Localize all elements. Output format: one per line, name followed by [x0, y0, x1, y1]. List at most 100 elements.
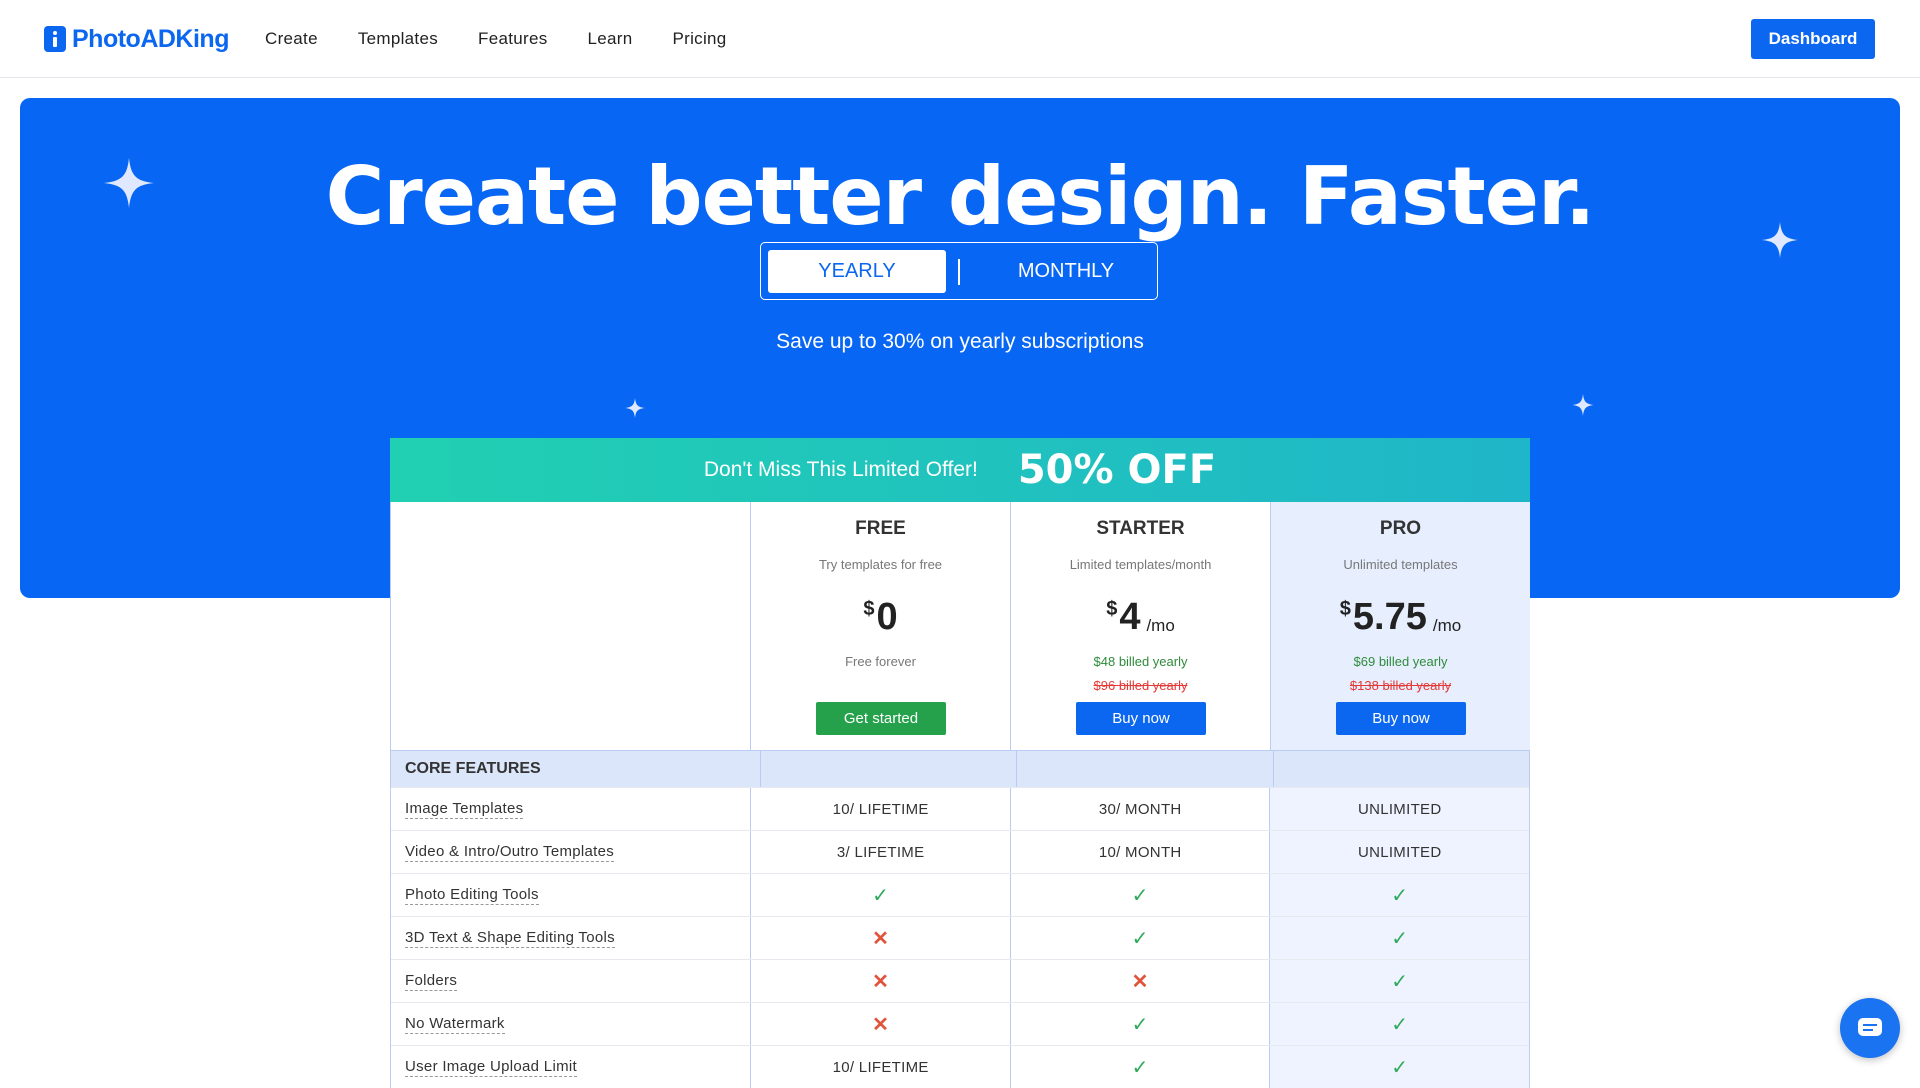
plan-description: Try templates for free: [818, 557, 943, 572]
feature-value-free: ✕: [750, 960, 1010, 1002]
plan-name: STARTER: [1096, 518, 1185, 539]
feature-label-text: 3D Text & Shape Editing Tools: [405, 928, 615, 948]
sparkle-icon: [1572, 394, 1594, 416]
plan-description: Unlimited templates: [1343, 557, 1458, 572]
check-icon: ✓: [1391, 884, 1409, 907]
feature-label-text: Photo Editing Tools: [405, 885, 539, 905]
feature-label[interactable]: Video & Intro/Outro Templates: [391, 831, 750, 873]
plan-free: FREE Try templates for free $ 0 Free for…: [750, 502, 1010, 750]
top-header: PhotoADKing Create Templates Features Le…: [0, 0, 1920, 78]
nav-features[interactable]: Features: [478, 29, 548, 49]
plan-price: $ 0: [751, 594, 1010, 640]
feature-label[interactable]: Folders: [391, 960, 750, 1002]
buy-now-starter-button[interactable]: Buy now: [1076, 702, 1206, 735]
price-amount: 0: [876, 596, 898, 638]
offer-text: Don't Miss This Limited Offer!: [703, 458, 978, 481]
plans-panel: FREE Try templates for free $ 0 Free for…: [390, 502, 1530, 750]
plan-billed: $48 billed yearly: [1093, 654, 1188, 669]
toggle-divider: [958, 259, 960, 285]
feature-value-free: ✕: [750, 1003, 1010, 1045]
cross-icon: ✕: [872, 927, 890, 950]
logo-text: PhotoADKing: [72, 24, 229, 53]
check-icon: ✓: [1391, 1056, 1409, 1079]
feature-value-free: ✓: [750, 874, 1010, 916]
feature-value-pro: ✓: [1269, 1046, 1529, 1088]
billing-toggle: YEARLY MONTHLY: [760, 242, 1158, 300]
feature-value-starter: ✕: [1009, 960, 1270, 1002]
table-row: User Image Upload Limit 10/ LIFETIME ✓ ✓: [391, 1045, 1529, 1088]
main-nav: Create Templates Features Learn Pricing: [265, 0, 767, 78]
buy-now-pro-button[interactable]: Buy now: [1336, 702, 1466, 735]
header-cell: [1272, 751, 1529, 787]
feature-rows: Image Templates 10/ LIFETIME 30/ MONTH UNLI…: [391, 787, 1529, 1088]
feature-label-text: Image Templates: [405, 799, 524, 819]
check-icon: ✓: [1131, 1013, 1149, 1036]
feature-value-pro: UNLIMITED: [1269, 831, 1529, 873]
feature-label[interactable]: 3D Text & Shape Editing Tools: [391, 917, 750, 959]
feature-value-starter: 10/ MONTH: [1009, 831, 1270, 873]
check-icon: ✓: [872, 884, 890, 907]
plan-description: Limited templates/month: [1069, 557, 1212, 572]
nav-learn[interactable]: Learn: [588, 29, 633, 49]
table-row: No Watermark ✕ ✓ ✓: [391, 1002, 1529, 1045]
price-currency: $: [1339, 598, 1351, 620]
cross-icon: ✕: [1131, 970, 1149, 993]
chat-button[interactable]: [1840, 998, 1900, 1058]
feature-value-free: 10/ LIFETIME: [750, 788, 1010, 830]
feature-value-starter: ✓: [1009, 1003, 1270, 1045]
nav-create[interactable]: Create: [265, 29, 318, 49]
plan-old-price: $96 billed yearly: [1093, 678, 1188, 693]
dashboard-button[interactable]: Dashboard: [1751, 19, 1875, 59]
feature-value-starter: ✓: [1009, 1046, 1270, 1088]
feature-value-pro: ✓: [1269, 874, 1529, 916]
header-cell: [759, 751, 1016, 787]
table-row: Video & Intro/Outro Templates 3/ LIFETIME…: [391, 830, 1529, 873]
feature-label[interactable]: Image Templates: [391, 788, 750, 830]
cross-icon: ✕: [872, 970, 890, 993]
feature-value-pro: ✓: [1269, 1003, 1529, 1045]
plan-name: FREE: [855, 518, 906, 539]
toggle-monthly[interactable]: MONTHLY: [981, 250, 1151, 293]
plan-billed: Free forever: [845, 654, 916, 669]
feature-value-text: UNLIMITED: [1357, 800, 1442, 818]
feature-value-text: 30/ MONTH: [1098, 800, 1182, 818]
feature-value-text: 10/ LIFETIME: [832, 800, 929, 818]
hero-title: Create better design. Faster.: [325, 150, 1596, 243]
plan-name: PRO: [1379, 518, 1422, 539]
feature-value-starter: 30/ MONTH: [1009, 788, 1270, 830]
price-period: /mo: [1432, 616, 1462, 635]
offer-discount: 50% OFF: [1017, 447, 1217, 493]
table-row: Photo Editing Tools ✓ ✓ ✓: [391, 873, 1529, 916]
check-icon: ✓: [1391, 1013, 1409, 1036]
get-started-button[interactable]: Get started: [816, 702, 946, 735]
feature-value-free: ✕: [750, 917, 1010, 959]
plan-price: $ 5.75 /mo: [1271, 594, 1530, 640]
sparkle-icon: [625, 398, 645, 418]
check-icon: ✓: [1131, 1056, 1149, 1079]
plan-billed: $69 billed yearly: [1353, 654, 1448, 669]
nav-templates[interactable]: Templates: [358, 29, 438, 49]
logo-icon: [44, 26, 66, 52]
feature-value-pro: UNLIMITED: [1269, 788, 1529, 830]
section-title: CORE FEATURES: [405, 760, 541, 777]
feature-label-text: User Image Upload Limit: [405, 1057, 577, 1077]
feature-label[interactable]: User Image Upload Limit: [391, 1046, 750, 1088]
table-row: Image Templates 10/ LIFETIME 30/ MONTH UNLI…: [391, 787, 1529, 830]
feature-label[interactable]: Photo Editing Tools: [391, 874, 750, 916]
toggle-yearly[interactable]: YEARLY: [768, 250, 946, 293]
nav-pricing[interactable]: Pricing: [673, 29, 727, 49]
feature-value-text: UNLIMITED: [1357, 843, 1442, 861]
table-row: 3D Text & Shape Editing Tools ✕ ✓ ✓: [391, 916, 1529, 959]
check-icon: ✓: [1131, 927, 1149, 950]
price-amount: 4: [1119, 596, 1141, 638]
header-cell: [1016, 751, 1272, 787]
feature-value-pro: ✓: [1269, 960, 1529, 1002]
plan-price: $ 4 /mo: [1011, 594, 1270, 640]
logo[interactable]: PhotoADKing: [44, 22, 229, 56]
feature-label[interactable]: No Watermark: [391, 1003, 750, 1045]
table-row: Folders ✕ ✕ ✓: [391, 959, 1529, 1002]
plan-old-price: $138 billed yearly: [1349, 678, 1452, 693]
check-icon: ✓: [1391, 970, 1409, 993]
feature-value-free: 10/ LIFETIME: [750, 1046, 1010, 1088]
feature-value-text: 10/ MONTH: [1098, 843, 1182, 861]
